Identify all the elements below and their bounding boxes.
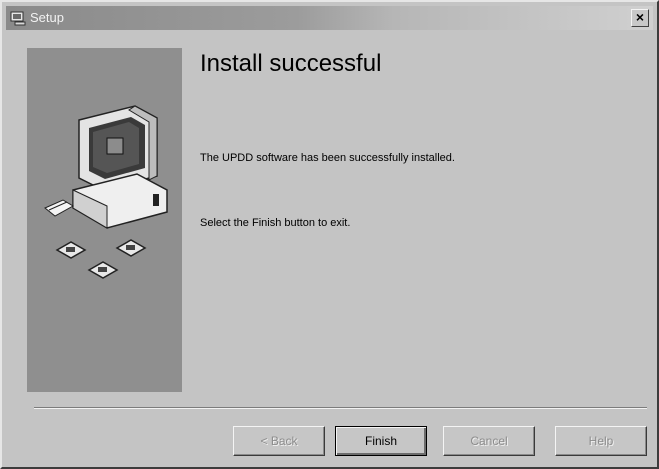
finish-instruction: Select the Finish button to exit. <box>200 217 351 229</box>
setup-app-icon <box>10 10 26 26</box>
window-title: Setup <box>30 10 64 25</box>
finish-button[interactable]: Finish <box>335 426 427 456</box>
close-button[interactable]: × <box>631 9 649 27</box>
success-message: The UPDD software has been successfully … <box>200 152 455 164</box>
back-button[interactable]: < Back <box>233 426 325 456</box>
computer-with-disks-illustration <box>44 105 168 279</box>
footer-divider <box>34 407 647 409</box>
cancel-button[interactable]: Cancel <box>443 426 535 456</box>
side-illustration-panel <box>27 48 182 392</box>
setup-dialog: Setup × Install successful The UPDD soft… <box>0 0 659 469</box>
help-button[interactable]: Help <box>555 426 647 456</box>
page-title: Install successful <box>200 50 382 77</box>
title-bar[interactable]: Setup × <box>6 6 653 30</box>
